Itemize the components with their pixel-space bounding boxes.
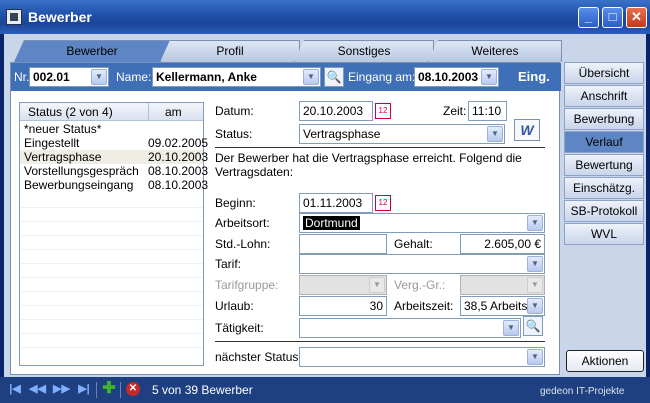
delete-record-icon[interactable]: ✕ [126,382,140,396]
tab-bar: Bewerber Profil Sonstiges Weiteres [14,40,562,62]
tab-sonstiges[interactable]: Sonstiges [294,40,434,62]
naechster-status-select[interactable]: ▼ [299,347,545,367]
main-panel: Nr. 002.01 ▼ Name: Kellermann, Anke ▼ 🔍 … [10,62,561,375]
divider [215,341,545,342]
taetigkeit-label: Tätigkeit: [215,321,264,335]
status-history-list[interactable]: Status (2 von 4) am *neuer Status* Einge… [19,102,208,366]
close-icon[interactable]: ✕ [626,7,647,28]
verg-gr-select[interactable]: ▼ [460,275,545,295]
chevron-down-icon[interactable]: ▼ [303,69,319,85]
status-label: Status: [215,127,253,141]
status-list-header: Status (2 von 4) am [20,103,203,121]
list-item[interactable]: Eingestellt 09.02.2005 [20,136,208,150]
tab-weiteres[interactable]: Weiteres [428,40,562,62]
status-column-header[interactable]: Status (2 von 4) [28,105,113,119]
minimize-icon[interactable]: _ [578,7,599,28]
tab-bewerber[interactable]: Bewerber [14,40,170,62]
application-window: Bewerber _ □ ✕ Bewerber Profil Sonstiges… [0,0,650,403]
calendar-icon[interactable]: 12 [375,195,391,211]
naechster-status-label: nächster Status: [215,350,302,364]
sidebar-item-bewertung[interactable]: Bewertung [564,154,644,176]
list-item[interactable]: *neuer Status* [20,122,203,136]
urlaub-label: Urlaub: [215,299,254,313]
chevron-down-icon[interactable]: ▼ [527,298,543,314]
brand-label: gedeon IT-Projekte [540,386,625,397]
actions-button[interactable]: Aktionen [566,350,644,372]
nr-select[interactable]: 002.01 ▼ [29,67,109,87]
header-bar: Nr. 002.01 ▼ Name: Kellermann, Anke ▼ 🔍 … [11,63,561,91]
record-count: 5 von 39 Bewerber [152,383,253,397]
sidebar-item-sb-protokoll[interactable]: SB-Protokoll [564,200,644,222]
search-icon[interactable]: 🔍 [324,67,344,87]
gehalt-label: Gehalt: [394,237,433,251]
navigation-bar: |◀ ◀◀ ▶▶ ▶| ✚ ✕ 5 von 39 Bewerber gedeon… [0,377,650,403]
zeit-label: Zeit: [443,104,467,118]
am-column-header[interactable]: am [165,105,182,119]
tarifgruppe-select[interactable]: ▼ [299,275,387,295]
eingang-date-field[interactable]: 08.10.2003 ▼ [414,67,499,87]
sidebar-item-anschrift[interactable]: Anschrift [564,85,644,107]
chevron-down-icon[interactable]: ▼ [503,320,519,336]
std-lohn-label: Std.-Lohn: [215,237,271,251]
list-item[interactable]: Bewerbungseingang 08.10.2003 [20,178,208,192]
arbeitszeit-select[interactable]: 38,5 Arbeitsz ▼ [460,296,545,316]
name-select[interactable]: Kellermann, Anke ▼ [152,67,321,87]
tarif-label: Tarif: [215,257,242,271]
chevron-down-icon[interactable]: ▼ [527,256,543,272]
chevron-down-icon: ▼ [369,277,385,293]
gehalt-field[interactable]: 2.605,00 € [460,234,545,254]
list-item[interactable]: Vertragsphase 20.10.2003 [20,150,208,164]
maximize-icon[interactable]: □ [602,7,623,28]
sidebar-item-wvl[interactable]: WVL [564,223,644,245]
status-select[interactable]: Vertragsphase ▼ [299,124,505,144]
eingang-suffix-label: Eing. [518,69,550,84]
datum-label: Datum: [215,104,254,118]
sidebar-item-bewerbung[interactable]: Bewerbung [564,108,644,130]
client-area: Bewerber Profil Sonstiges Weiteres Nr. 0… [4,34,646,377]
arbeitsort-label: Arbeitsort: [215,216,270,230]
tab-profil[interactable]: Profil [160,40,300,62]
chevron-down-icon: ▼ [527,277,543,293]
search-icon[interactable]: 🔍 [523,316,543,336]
list-item[interactable]: Vorstellungsgespräch 08.10.2003 [20,164,208,178]
beginn-label: Beginn: [215,196,256,210]
chevron-down-icon[interactable]: ▼ [527,349,543,365]
previous-record-icon[interactable]: ◀◀ [29,382,46,396]
zeit-field[interactable]: 11:10 [468,101,507,121]
chevron-down-icon[interactable]: ▼ [91,69,107,85]
sidebar-item-einschaetzung[interactable]: Einschätzg. [564,177,644,199]
tarifgruppe-label: Tarifgruppe: [215,278,279,292]
window-title: Bewerber [28,9,92,25]
urlaub-field[interactable]: 30 [299,296,387,316]
divider [215,147,545,148]
arbeitsort-select[interactable]: Dortmund ▼ [299,213,545,233]
last-record-icon[interactable]: ▶| [77,382,91,396]
std-lohn-field[interactable] [299,234,387,254]
status-message: Der Bewerber hat die Vertragsphase errei… [215,151,522,179]
arbeitszeit-label: Arbeitszeit: [394,299,454,313]
name-label: Name: [116,70,152,84]
next-record-icon[interactable]: ▶▶ [53,382,70,396]
taetigkeit-select[interactable]: ▼ [299,318,521,338]
sidebar-item-uebersicht[interactable]: Übersicht [564,62,644,84]
chevron-down-icon[interactable]: ▼ [487,126,503,142]
eingang-label: Eingang am: [348,70,416,84]
beginn-field[interactable]: 01.11.2003 [299,193,373,213]
first-record-icon[interactable]: |◀ [8,382,22,396]
calendar-icon[interactable]: 12 [375,103,391,119]
chevron-down-icon[interactable]: ▼ [481,69,497,85]
sidebar-item-verlauf[interactable]: Verlauf [564,131,644,153]
nr-label: Nr. [14,70,30,84]
chevron-down-icon[interactable]: ▼ [527,215,543,231]
verg-gr-label: Verg.-Gr.: [394,278,446,292]
tarif-select[interactable]: ▼ [299,254,545,274]
app-icon [6,9,22,25]
title-bar: Bewerber _ □ ✕ [0,0,650,34]
add-record-icon[interactable]: ✚ [102,381,116,397]
datum-field[interactable]: 20.10.2003 [299,101,373,121]
word-document-icon[interactable]: W [514,119,540,141]
